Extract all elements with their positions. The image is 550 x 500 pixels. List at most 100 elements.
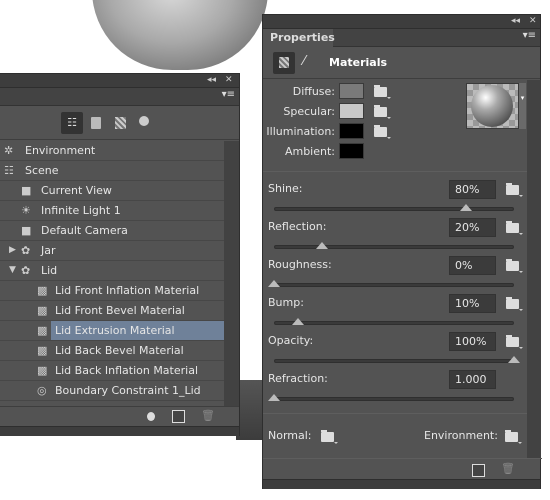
delete-icon[interactable]: 🗑 xyxy=(501,462,515,475)
materials-icon[interactable] xyxy=(115,117,126,129)
folder-icon[interactable] xyxy=(506,259,523,273)
tree-item-label: Infinite Light 1 xyxy=(41,204,121,217)
slider-thumb[interactable] xyxy=(292,318,304,325)
tree-item-label: Lid Extrusion Material xyxy=(51,321,224,340)
footer-toolbar: 🗑 xyxy=(0,406,239,426)
expand-arrow-icon[interactable]: ▶ xyxy=(9,241,16,260)
resize-grip[interactable] xyxy=(263,479,540,489)
properties-panel: ◂◂ ✕ Properties ▾≡ ⁄ Materials Diffuse: … xyxy=(262,14,542,489)
tab-properties[interactable]: Properties xyxy=(263,29,335,48)
slider-label: Refraction: xyxy=(268,372,328,385)
tree-item[interactable]: ☷ Scene xyxy=(0,161,224,181)
folder-icon[interactable] xyxy=(374,125,391,139)
tree-item[interactable]: ■ Default Camera xyxy=(0,221,224,241)
slider-thumb[interactable] xyxy=(268,280,280,287)
tree-item[interactable]: ☀ Infinite Light 1 xyxy=(0,201,224,221)
render-icon[interactable] xyxy=(172,410,185,423)
value-input[interactable]: 100% xyxy=(449,332,496,351)
collapse-arrow-icon[interactable]: ▼ xyxy=(9,261,16,280)
color-swatch[interactable] xyxy=(339,103,364,119)
slider-label: Roughness: xyxy=(268,258,332,271)
tree-item[interactable]: ▩ Lid Front Inflation Material xyxy=(0,281,224,301)
slider-label: Opacity: xyxy=(268,334,314,347)
slider-track[interactable] xyxy=(274,359,514,363)
material-sphere xyxy=(471,85,513,127)
value-input[interactable]: 80% xyxy=(449,180,496,199)
tree-item-label: Jar xyxy=(41,244,56,257)
collapse-icon[interactable]: ◂◂ xyxy=(511,15,520,28)
slider-thumb[interactable] xyxy=(460,204,472,211)
scrollbar[interactable] xyxy=(527,80,541,458)
meshes-icon[interactable] xyxy=(91,117,101,129)
slider-thumb[interactable] xyxy=(268,394,280,401)
folder-icon[interactable] xyxy=(506,183,523,197)
tree-item[interactable]: ▶ ✿ Jar xyxy=(0,241,224,261)
collapse-icon[interactable]: ◂◂ xyxy=(207,74,216,87)
3d-scene-panel: ◂◂ ✕ ▾≡ ☷ ✲ Environment ☷ Scene ■ Current Vie… xyxy=(0,73,240,436)
value-input[interactable]: 0% xyxy=(449,256,496,275)
tree-item[interactable]: ✲ Environment xyxy=(0,141,224,161)
tree-item-label: Lid Back Inflation Material xyxy=(55,364,199,377)
whole-scene-icon[interactable]: ☷ xyxy=(61,112,83,134)
material-preview[interactable] xyxy=(466,83,519,129)
slider-track[interactable] xyxy=(274,397,514,401)
tree-item-label: Default Camera xyxy=(41,224,128,237)
tree-item[interactable]: ◎ Boundary Constraint 1_Lid xyxy=(0,381,224,401)
folder-icon[interactable] xyxy=(506,221,523,235)
tree-item[interactable]: ▩ Lid Back Bevel Material xyxy=(0,341,224,361)
delete-icon[interactable]: 🗑 xyxy=(201,409,215,422)
materials-icon[interactable] xyxy=(273,52,295,74)
render-icon[interactable] xyxy=(472,464,485,477)
color-swatch[interactable] xyxy=(339,143,364,159)
panel-titlebar[interactable]: ◂◂ ✕ xyxy=(0,74,239,88)
texture-file-icon[interactable] xyxy=(374,85,391,99)
slider-track[interactable] xyxy=(274,283,514,287)
add-light-icon[interactable] xyxy=(147,412,155,421)
divider xyxy=(263,171,527,172)
material-icon: ▩ xyxy=(37,324,48,337)
filter-toolbar: ☷ xyxy=(0,107,239,140)
folder-icon[interactable] xyxy=(506,335,523,349)
slider-thumb[interactable] xyxy=(316,242,328,249)
tree-item[interactable]: ▩ Lid Extrusion Material xyxy=(0,321,224,341)
panel-menu-icon[interactable]: ▾≡ xyxy=(222,89,235,100)
environment-label: Environment: xyxy=(424,429,498,442)
slider-label: Shine: xyxy=(268,182,303,195)
lights-icon[interactable] xyxy=(139,116,149,126)
resize-grip[interactable] xyxy=(0,426,239,436)
material-icon: ▩ xyxy=(37,304,48,317)
slider-thumb[interactable] xyxy=(508,356,520,363)
slider-track[interactable] xyxy=(274,321,514,325)
color-swatch[interactable] xyxy=(339,123,364,139)
tree-item[interactable]: ▼ ✿ Lid xyxy=(0,261,224,281)
close-icon[interactable]: ✕ xyxy=(529,15,537,28)
scrollbar[interactable] xyxy=(224,141,239,406)
panel-titlebar[interactable]: ◂◂ ✕ xyxy=(263,15,540,29)
mesh-icon: ✿ xyxy=(21,264,31,277)
color-swatch[interactable] xyxy=(339,83,364,99)
brush-icon[interactable]: ⁄ xyxy=(303,54,305,69)
folder-icon[interactable] xyxy=(374,105,391,119)
tree-item-label: Current View xyxy=(41,184,112,197)
tree-item[interactable]: ■ Current View xyxy=(0,181,224,201)
close-icon[interactable]: ✕ xyxy=(225,74,233,87)
material-icon: ▩ xyxy=(37,344,48,357)
tree-item[interactable]: ▩ Lid Front Bevel Material xyxy=(0,301,224,321)
3d-jar-render xyxy=(92,0,268,70)
tree-item[interactable]: ▩ Lid Back Inflation Material xyxy=(0,361,224,381)
folder-icon[interactable] xyxy=(506,297,523,311)
value-input[interactable]: 20% xyxy=(449,218,496,237)
tree-item-label: Boundary Constraint 1_Lid xyxy=(55,384,201,397)
environment-folder-icon[interactable] xyxy=(505,430,522,444)
slider-track[interactable] xyxy=(274,207,514,211)
color-label: Illumination: xyxy=(266,125,335,138)
normal-folder-icon[interactable] xyxy=(321,430,338,444)
tree-item-label: Lid xyxy=(41,264,58,277)
mesh-icon: ✿ xyxy=(21,244,31,257)
panel-menu-icon[interactable]: ▾≡ xyxy=(523,30,536,41)
value-input[interactable]: 1.000 xyxy=(449,370,496,389)
slider-track[interactable] xyxy=(274,245,514,249)
preview-dropdown-icon[interactable]: ▾ xyxy=(519,83,526,129)
value-input[interactable]: 10% xyxy=(449,294,496,313)
color-label: Diffuse: xyxy=(292,85,335,98)
